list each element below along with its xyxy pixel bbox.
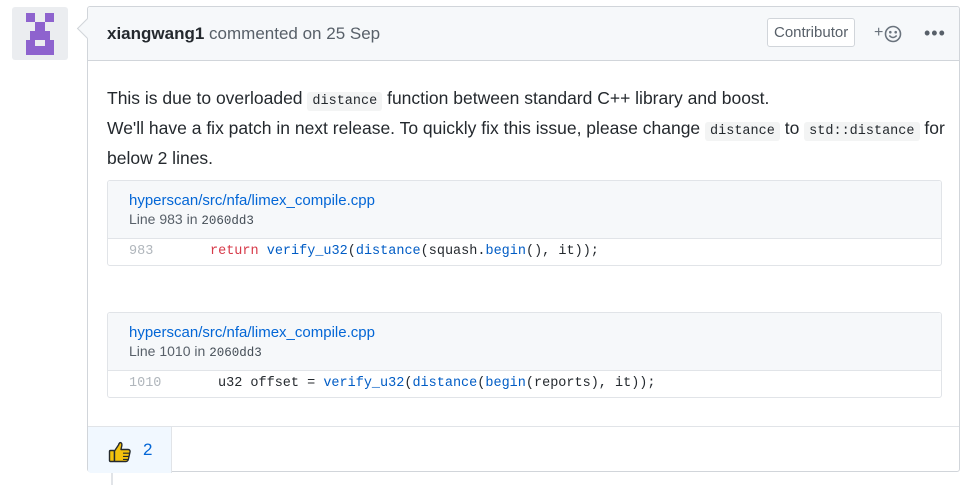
- code-line: 983 return verify_u32(distance(squash.be…: [108, 239, 941, 265]
- snippet-file-link[interactable]: hyperscan/src/nfa/limex_compile.cpp: [129, 324, 375, 341]
- body-line-1: This is due to overloaded distance funct…: [107, 85, 947, 115]
- code-function: verify_u32: [323, 376, 405, 391]
- comment-action: commented on: [209, 24, 322, 43]
- thumbs-up-icon: [108, 441, 131, 463]
- author-link[interactable]: xiangwang1: [107, 24, 204, 43]
- code-text: return verify_u32(distance(squash.begin(…: [210, 239, 599, 265]
- snippet-file-link[interactable]: hyperscan/src/nfa/limex_compile.cpp: [129, 192, 375, 209]
- line-label: Line 983 in: [129, 211, 202, 227]
- code-token: u32 offset =: [218, 376, 324, 391]
- code-snippet: hyperscan/src/nfa/limex_compile.cpp Line…: [107, 312, 942, 398]
- more-options-icon[interactable]: •••: [924, 24, 946, 42]
- reactions-bar: 2: [88, 426, 959, 473]
- body-line-2: We'll have a fix patch in next release. …: [107, 115, 947, 145]
- line-label: Line 1010 in: [129, 343, 210, 359]
- code-token: (squash.: [420, 244, 486, 259]
- inline-code: std::distance: [804, 122, 920, 141]
- code-line: 1010 u32 offset = verify_u32(distance(be…: [108, 371, 941, 397]
- code-function: distance: [412, 376, 478, 391]
- text: for: [919, 118, 945, 138]
- code-snippet: hyperscan/src/nfa/limex_compile.cpp Line…: [107, 180, 942, 266]
- comment-header: xiangwang1 commented on 25 Sep Contribut…: [88, 7, 959, 61]
- reaction-count: 2: [143, 440, 153, 459]
- snippet-header: hyperscan/src/nfa/limex_compile.cpp Line…: [108, 313, 941, 371]
- inline-code: distance: [705, 122, 780, 141]
- body-line-3: below 2 lines.: [107, 148, 214, 168]
- snippet-line-info: Line 983 in 2060dd3: [129, 211, 254, 228]
- add-reaction-button[interactable]: +: [874, 25, 902, 43]
- code-token: (), it));: [525, 244, 599, 259]
- snippet-header: hyperscan/src/nfa/limex_compile.cpp Line…: [108, 181, 941, 239]
- contributor-badge: Contributor: [767, 18, 856, 47]
- plus-symbol: +: [874, 24, 884, 41]
- comment-meta: xiangwang1 commented on 25 Sep: [107, 24, 380, 44]
- code-function: verify_u32: [266, 244, 348, 259]
- comment-date-link[interactable]: 25 Sep: [326, 24, 380, 43]
- line-number[interactable]: 983: [129, 239, 153, 265]
- comment-box: xiangwang1 commented on 25 Sep Contribut…: [76, 6, 960, 473]
- identicon-icon: [26, 13, 54, 55]
- text: function between standard C++ library an…: [382, 88, 770, 108]
- code-keyword: return: [210, 244, 259, 259]
- text: We'll have a fix patch in next release. …: [107, 118, 706, 138]
- thumbs-up-reaction-button[interactable]: 2: [88, 427, 172, 473]
- code-function: begin: [485, 244, 526, 259]
- code-function: begin: [485, 376, 526, 391]
- text: to: [779, 118, 805, 138]
- commit-hash[interactable]: 2060dd3: [209, 346, 262, 360]
- commit-hash[interactable]: 2060dd3: [201, 214, 254, 228]
- code-token: (: [347, 244, 356, 259]
- code-function: distance: [355, 244, 421, 259]
- smiley-icon: [885, 25, 902, 43]
- line-number[interactable]: 1010: [129, 371, 161, 397]
- avatar[interactable]: [12, 7, 68, 60]
- code-token: (reports), it));: [525, 376, 656, 391]
- comment-body: This is due to overloaded distance funct…: [107, 85, 947, 171]
- code-text: u32 offset = verify_u32(distance(begin(r…: [218, 371, 656, 397]
- inline-code: distance: [307, 92, 383, 111]
- snippet-line-info: Line 1010 in 2060dd3: [129, 343, 262, 360]
- text: This is due to overloaded: [107, 88, 308, 108]
